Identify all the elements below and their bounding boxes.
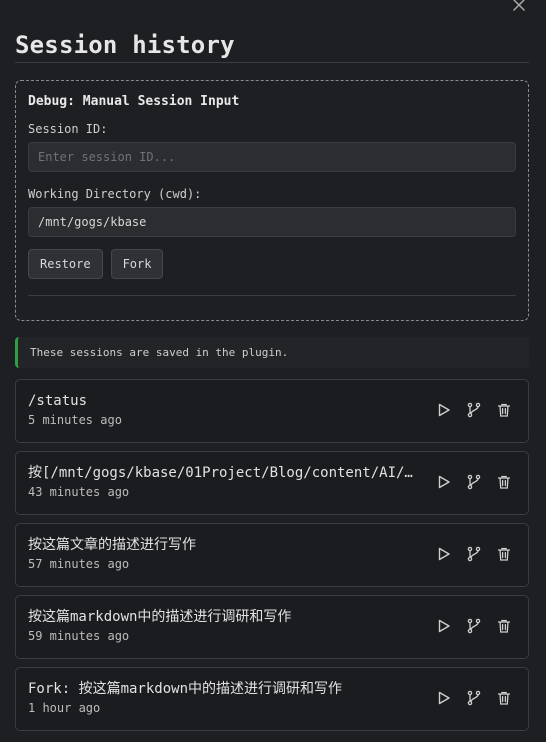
session-title: 按[/mnt/gogs/kbase/01Project/Blog/content…: [28, 465, 413, 481]
play-icon: [438, 403, 450, 417]
session-title: 按这篇markdown中的描述进行调研和写作: [28, 609, 292, 625]
session-title: /status: [28, 393, 88, 409]
play-icon: [438, 691, 450, 705]
session-item[interactable]: 按[/mnt/gogs/kbase/01Project/Blog/content…: [15, 451, 529, 515]
debug-divider: [28, 295, 516, 296]
session-actions: [436, 690, 512, 706]
session-time: 1 hour ago: [28, 701, 101, 715]
info-notice: These sessions are saved in the plugin.: [15, 337, 529, 368]
git-fork-icon: [467, 618, 481, 634]
session-item[interactable]: /status 5 minutes ago: [15, 379, 529, 443]
session-actions: [436, 474, 512, 490]
session-actions: [436, 618, 512, 634]
session-list: /status 5 minutes ago 按[/mnt/gogs/kbase/…: [15, 379, 529, 731]
cwd-label: Working Directory (cwd):: [28, 187, 202, 201]
debug-title: Debug: Manual Session Input: [28, 94, 240, 109]
fork-session-button[interactable]: [466, 690, 482, 706]
resume-button[interactable]: [436, 402, 452, 418]
session-actions: [436, 402, 512, 418]
session-item[interactable]: 按这篇markdown中的描述进行调研和写作 59 minutes ago: [15, 595, 529, 659]
resume-button[interactable]: [436, 546, 452, 562]
fork-session-button[interactable]: [466, 402, 482, 418]
trash-icon: [497, 547, 511, 561]
resume-button[interactable]: [436, 690, 452, 706]
session-actions: [436, 546, 512, 562]
session-title: 按这篇文章的描述进行写作: [28, 537, 196, 553]
session-time: 59 minutes ago: [28, 629, 130, 643]
fork-session-button[interactable]: [466, 618, 482, 634]
debug-actions: Restore Fork: [28, 249, 516, 279]
session-item[interactable]: Fork: 按这篇markdown中的描述进行调研和写作 1 hour ago: [15, 667, 529, 731]
debug-panel: Debug: Manual Session Input Session ID: …: [15, 80, 529, 321]
session-title: Fork: 按这篇markdown中的描述进行调研和写作: [28, 681, 343, 697]
delete-session-button[interactable]: [496, 690, 512, 706]
trash-icon: [497, 619, 511, 633]
fork-button[interactable]: Fork: [110, 249, 164, 279]
delete-session-button[interactable]: [496, 474, 512, 490]
session-item[interactable]: 按这篇文章的描述进行写作 57 minutes ago: [15, 523, 529, 587]
resume-button[interactable]: [436, 618, 452, 634]
close-icon: [513, 0, 525, 11]
resume-button[interactable]: [436, 474, 452, 490]
session-history-panel: Session history Debug: Manual Session In…: [0, 0, 546, 742]
git-fork-icon: [467, 546, 481, 562]
fork-session-button[interactable]: [466, 546, 482, 562]
play-icon: [438, 619, 450, 633]
delete-session-button[interactable]: [496, 402, 512, 418]
delete-session-button[interactable]: [496, 546, 512, 562]
session-id-label: Session ID:: [28, 122, 108, 136]
cwd-input[interactable]: [28, 207, 516, 237]
git-fork-icon: [467, 474, 481, 490]
trash-icon: [497, 475, 511, 489]
session-time: 57 minutes ago: [28, 557, 130, 571]
play-icon: [438, 547, 450, 561]
delete-session-button[interactable]: [496, 618, 512, 634]
git-fork-icon: [467, 690, 481, 706]
session-time: 5 minutes ago: [28, 413, 122, 427]
play-icon: [438, 475, 450, 489]
trash-icon: [497, 691, 511, 705]
trash-icon: [497, 403, 511, 417]
session-id-input[interactable]: [28, 142, 516, 172]
fork-session-button[interactable]: [466, 474, 482, 490]
git-fork-icon: [467, 402, 481, 418]
restore-button[interactable]: Restore: [28, 249, 103, 279]
session-time: 43 minutes ago: [28, 485, 130, 499]
close-button[interactable]: [510, 0, 528, 14]
page-title: Session history: [15, 0, 529, 63]
